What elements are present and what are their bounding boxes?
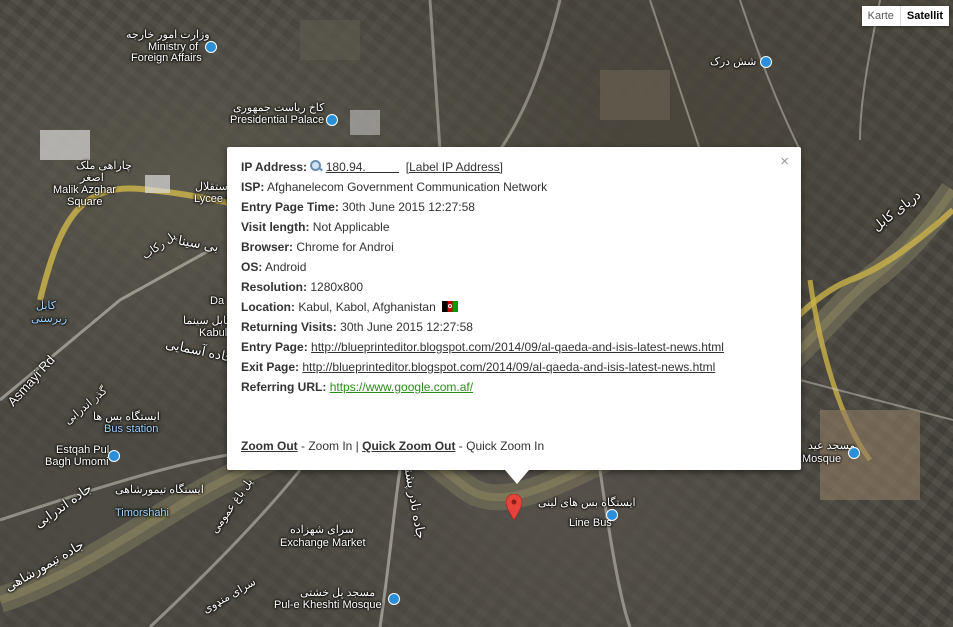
label-malik-en-2: Square xyxy=(67,196,103,208)
mosque-poi-icon[interactable] xyxy=(848,447,860,459)
row-entry-time: Entry Page Time: 30th June 2015 12:27:58 xyxy=(241,197,787,217)
shash-darak-poi-icon[interactable] xyxy=(760,56,772,68)
label-malik-en-1: Malik Azghar xyxy=(53,184,116,196)
location-marker-icon[interactable] xyxy=(506,494,522,520)
row-isp: ISP: Afghanelecom Government Communicati… xyxy=(241,177,787,197)
label-kabul: Kabul xyxy=(199,327,228,339)
row-location: Location: Kabul, Kabol, Afghanistan xyxy=(241,297,787,317)
exit-page-link[interactable]: http://blueprinteditor.blogspot.com/2014… xyxy=(302,360,715,374)
visit-length-label: Visit length: xyxy=(241,220,310,234)
returning-visits-value: 30th June 2015 12:27:58 xyxy=(340,320,473,334)
label-malik-fa2: اصغر xyxy=(80,172,104,184)
returning-visits-label: Returning Visits: xyxy=(241,320,337,334)
entry-page-link[interactable]: http://blueprinteditor.blogspot.com/2014… xyxy=(311,340,724,354)
exit-page-label: Exit Page: xyxy=(241,360,300,374)
quick-zoom-out-link[interactable]: Quick Zoom Out xyxy=(362,439,455,453)
line-bus-poi-icon[interactable] xyxy=(606,509,618,521)
zoom-out-link[interactable]: Zoom Out xyxy=(241,439,298,453)
isp-label: ISP: xyxy=(241,180,265,194)
label-estqah-1: Estqah Pul xyxy=(56,444,110,456)
label-malik-fa: چاراهی ملک xyxy=(76,160,132,172)
visit-length-value: Not Applicable xyxy=(312,220,390,234)
os-value: Android xyxy=(265,260,307,274)
row-browser: Browser: Chrome for Androi xyxy=(241,237,787,257)
entry-time-value: 30th June 2015 12:27:58 xyxy=(342,200,475,214)
afghanistan-flag-icon xyxy=(442,301,459,312)
entry-time-label: Entry Page Time: xyxy=(241,200,339,214)
ministry-poi-icon[interactable] xyxy=(205,41,217,53)
row-visit-length: Visit length: Not Applicable xyxy=(241,217,787,237)
label-ministry-en-2: Foreign Affairs xyxy=(131,52,202,64)
map-type-satellite-button[interactable]: Satellit xyxy=(899,6,949,26)
location-value: Kabul, Kabol, Afghanistan xyxy=(298,300,436,314)
resolution-value: 1280x800 xyxy=(310,280,364,294)
label-palace-fa: کاخ ریاست جمهوری xyxy=(233,102,325,114)
row-referring-url: Referring URL: https://www.google.com.af… xyxy=(241,377,787,397)
row-ip-address: IP Address: 180.94. [Label IP Address] xyxy=(241,157,787,177)
label-line-en: Line Bus xyxy=(569,517,612,529)
ip-address-label: IP Address: xyxy=(241,160,308,174)
close-icon[interactable]: × xyxy=(780,153,789,170)
estqah-poi-icon[interactable] xyxy=(108,450,120,462)
label-pul-fa: مسجد پل خشتی xyxy=(300,587,376,599)
label-shash-darak: شش درک xyxy=(710,56,757,68)
label-line-fa: ایستگاه بس های لینی xyxy=(538,497,636,509)
label-timor-fa: ایستگاه تیمورشاهی xyxy=(115,484,204,496)
label-exchange-en: Exchange Market xyxy=(280,537,366,549)
row-returning-visits: Returning Visits: 30th June 2015 12:27:5… xyxy=(241,317,787,337)
info-window-tail xyxy=(505,470,529,484)
label-timor-en: Timorshahi xyxy=(115,507,169,519)
label-da: Da xyxy=(210,295,225,307)
location-label: Location: xyxy=(241,300,295,314)
entry-page-label: Entry Page: xyxy=(241,340,308,354)
os-label: OS: xyxy=(241,260,263,274)
label-ministry-fa: وزارت امور خارجه xyxy=(126,29,210,41)
row-resolution: Resolution: 1280x800 xyxy=(241,277,787,297)
visitor-info-window: × IP Address: 180.94. [Label IP Address]… xyxy=(227,147,801,484)
zoom-controls: Zoom Out - Zoom In | Quick Zoom Out - Qu… xyxy=(241,439,544,453)
quick-zoom-in-link[interactable]: - Quick Zoom In xyxy=(455,439,544,453)
label-kabul-fa2: کابل سینما xyxy=(183,315,232,327)
row-entry-page: Entry Page: http://blueprinteditor.blogs… xyxy=(241,337,787,357)
row-os: OS: Android xyxy=(241,257,787,277)
label-mosque-en: Mosque xyxy=(802,453,842,465)
label-exchange-fa: سرای شهزاده xyxy=(290,524,355,536)
ip-address-link[interactable]: 180.94. xyxy=(326,160,399,174)
label-station-fa: ایستگاه بس ها xyxy=(93,411,160,423)
label-kabul-fa: کابل xyxy=(36,300,56,312)
referring-url-link[interactable]: https://www.google.com.af/ xyxy=(330,380,473,394)
pul-poi-icon[interactable] xyxy=(388,593,400,605)
label-palace-en: Presidential Palace xyxy=(230,114,325,126)
browser-value: Chrome for Androi xyxy=(296,240,394,254)
palace-poi-icon[interactable] xyxy=(326,114,338,126)
referring-url-label: Referring URL: xyxy=(241,380,327,394)
label-station-en: Bus station xyxy=(104,423,159,435)
label-estqah-2: Bagh Umomi xyxy=(45,456,109,468)
magnifier-icon[interactable] xyxy=(310,160,322,172)
browser-label: Browser: xyxy=(241,240,294,254)
map-type-toggle: Karte Satellit xyxy=(861,6,949,26)
row-exit-page: Exit Page: http://blueprinteditor.blogsp… xyxy=(241,357,787,377)
label-ez: زیرستی xyxy=(31,313,68,325)
resolution-label: Resolution: xyxy=(241,280,307,294)
zoom-in-link[interactable]: - Zoom In | xyxy=(298,439,362,453)
map-type-map-button[interactable]: Karte xyxy=(861,6,900,26)
isp-value: Afghanelecom Government Communication Ne… xyxy=(267,180,548,194)
label-ip-address-link[interactable]: [Label IP Address] xyxy=(406,160,503,174)
label-pul-en: Pul-e Kheshti Mosque xyxy=(274,599,382,611)
